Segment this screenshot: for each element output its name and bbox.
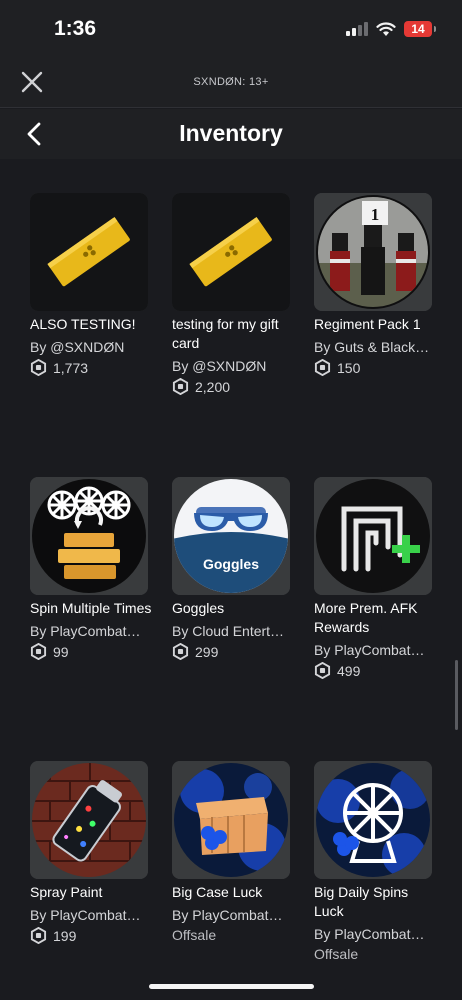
item-name[interactable]: testing for my gift card <box>172 315 294 353</box>
item-price: 199 <box>30 927 148 944</box>
battery-level: 14 <box>411 22 425 36</box>
price-value: 199 <box>53 927 77 944</box>
inventory-item[interactable]: ALSO TESTING! By @SXNDØN 1,773 <box>30 193 148 477</box>
item-name[interactable]: ALSO TESTING! <box>30 315 152 334</box>
item-name[interactable]: Spray Paint <box>30 883 152 902</box>
item-creator[interactable]: By PlayCombat… <box>30 622 148 640</box>
case-luck-icon <box>172 761 290 879</box>
goggles-icon: Goggles <box>172 477 290 595</box>
item-thumbnail[interactable] <box>314 761 432 879</box>
item-price: 99 <box>30 643 148 660</box>
item-creator[interactable]: By PlayCombat… <box>314 641 432 659</box>
account-label: SXNDØN: 13+ <box>193 76 269 88</box>
price-value: 299 <box>195 643 219 660</box>
gift-card-icon <box>30 193 148 311</box>
price-value: 150 <box>337 359 361 376</box>
robux-icon <box>314 662 331 679</box>
regiment-number: 1 <box>371 205 380 224</box>
item-thumbnail[interactable] <box>314 477 432 595</box>
offsale-label: Offsale <box>172 927 217 943</box>
item-name[interactable]: Regiment Pack 1 <box>314 315 436 334</box>
battery-icon: 14 <box>404 21 436 37</box>
inventory-grid: ALSO TESTING! By @SXNDØN 1,773 testing f… <box>30 193 433 1000</box>
item-thumbnail[interactable] <box>30 761 148 879</box>
inventory-item[interactable]: Spin Multiple Times By PlayCombat… 99 <box>30 477 151 761</box>
item-creator[interactable]: By Cloud Entert… <box>172 622 290 640</box>
item-creator[interactable]: By PlayCombat… <box>30 906 148 924</box>
item-name[interactable]: Spin Multiple Times <box>30 599 152 618</box>
inventory-item[interactable]: Big Case Luck By PlayCombat… Offsale <box>172 761 290 1000</box>
item-creator[interactable]: By @SXNDØN <box>172 357 290 375</box>
item-creator[interactable]: By PlayCombat… <box>314 925 432 943</box>
status-time: 1:36 <box>54 17 97 40</box>
inventory-item[interactable]: Big Daily Spins Luck By PlayCombat… Offs… <box>314 761 432 1000</box>
robux-icon <box>30 359 47 376</box>
inventory-item[interactable]: Spray Paint By PlayCombat… 199 <box>30 761 148 1000</box>
robux-icon <box>172 643 189 660</box>
robux-icon <box>314 359 331 376</box>
item-price: 499 <box>314 662 432 679</box>
top-bar: SXNDØN: 13+ <box>0 56 462 108</box>
robux-icon <box>30 643 47 660</box>
spray-paint-icon <box>30 761 148 879</box>
home-indicator[interactable] <box>149 984 314 989</box>
robux-icon <box>30 927 47 944</box>
offsale-label: Offsale <box>314 946 359 962</box>
price-value: 1,773 <box>53 359 89 376</box>
item-price: 1,773 <box>30 359 148 376</box>
item-thumbnail[interactable] <box>172 761 290 879</box>
item-price: 2,200 <box>172 378 290 395</box>
item-name[interactable]: More Prem. AFK Rewards <box>314 599 436 637</box>
soldiers-icon: 1 <box>314 193 432 311</box>
item-name[interactable]: Goggles <box>172 599 294 618</box>
item-thumbnail[interactable]: 1 <box>314 193 432 311</box>
price-value: 99 <box>53 643 69 660</box>
item-thumbnail[interactable] <box>30 477 148 595</box>
page-header: Inventory <box>0 109 462 159</box>
goggles-thumb-text: Goggles <box>203 556 259 572</box>
price-value: 499 <box>337 662 361 679</box>
item-price: 299 <box>172 643 290 660</box>
afk-rewards-icon <box>314 477 432 595</box>
item-creator[interactable]: By PlayCombat… <box>172 906 290 924</box>
gift-card-icon <box>172 193 290 311</box>
item-creator[interactable]: By @SXNDØN <box>30 338 148 356</box>
status-icons: 14 <box>346 21 436 37</box>
price-value: 2,200 <box>195 378 231 395</box>
inventory-item[interactable]: Goggles Goggles By Cloud Entert… 299 <box>172 477 290 761</box>
item-thumbnail[interactable] <box>30 193 148 311</box>
wifi-icon <box>376 21 396 36</box>
item-name[interactable]: Big Case Luck <box>172 883 294 902</box>
robux-icon <box>172 378 189 395</box>
inventory-item[interactable]: testing for my gift card By @SXNDØN 2,20… <box>172 193 290 477</box>
status-bar: 1:36 14 <box>0 0 462 56</box>
scrollbar[interactable] <box>455 660 458 730</box>
page-title: Inventory <box>179 120 283 146</box>
spin-wheels-icon <box>30 477 148 595</box>
item-thumbnail[interactable]: Goggles <box>172 477 290 595</box>
cellular-signal-icon <box>346 22 368 36</box>
item-creator[interactable]: By Guts & Black… <box>314 338 432 356</box>
inventory-item[interactable]: More Prem. AFK Rewards By PlayCombat… 49… <box>314 477 432 761</box>
daily-spins-icon <box>314 761 432 879</box>
item-name[interactable]: Big Daily Spins Luck <box>314 883 436 921</box>
item-price: 150 <box>314 359 432 376</box>
item-thumbnail[interactable] <box>172 193 290 311</box>
inventory-item[interactable]: 1 Regiment Pack 1 By Guts & Black… 150 <box>314 193 432 477</box>
